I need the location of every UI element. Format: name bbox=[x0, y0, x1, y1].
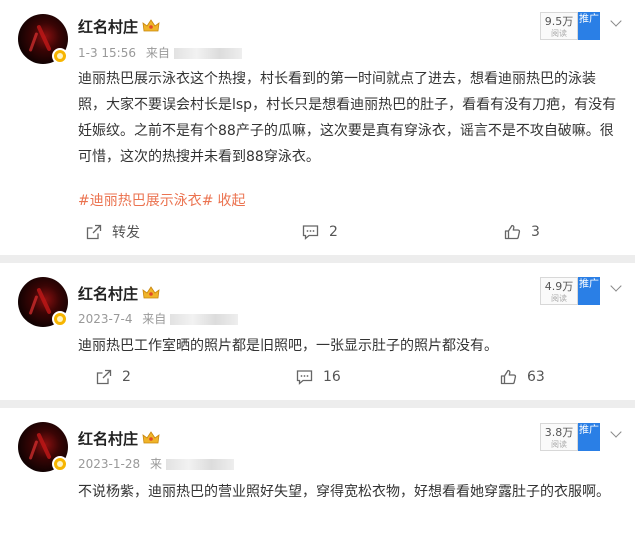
source-label: 来 bbox=[149, 457, 162, 471]
share-icon bbox=[96, 369, 112, 385]
verified-badge-icon bbox=[52, 456, 68, 472]
view-count-label: 阅读 bbox=[551, 29, 567, 38]
comment-button[interactable]: 2 bbox=[302, 218, 338, 246]
view-count: 4.9万 阅读 bbox=[540, 277, 578, 305]
repost-button[interactable]: 2 bbox=[96, 363, 131, 391]
share-icon bbox=[86, 224, 102, 240]
comment-icon bbox=[302, 225, 319, 240]
view-count: 3.8万 阅读 bbox=[540, 423, 578, 451]
like-button[interactable]: 63 bbox=[500, 363, 545, 391]
post-meta: 2023-1-28 来 bbox=[78, 455, 234, 472]
post-meta: 1-3 15:56 来自 bbox=[78, 44, 242, 61]
comment-button[interactable]: 16 bbox=[296, 363, 341, 391]
blurred-source bbox=[165, 459, 234, 470]
view-count-number: 4.9万 bbox=[544, 280, 574, 293]
chevron-down-icon[interactable] bbox=[610, 15, 622, 27]
weibo-post-3: 红名村庄 2023-1-28 来 3.8万 阅读 推广 不说杨紫，迪丽热巴的营业… bbox=[0, 408, 635, 553]
post-text: 迪丽热巴展示泳衣这个热搜，村长看到的第一时间就点了进去，想看迪丽热巴的泳装照，大… bbox=[78, 71, 617, 165]
view-count-label: 阅读 bbox=[551, 440, 567, 449]
crown-icon bbox=[142, 431, 160, 444]
promote-button[interactable]: 推广 bbox=[578, 423, 600, 451]
action-bar: 转发 2 3 bbox=[0, 218, 635, 246]
like-button[interactable]: 3 bbox=[504, 218, 540, 246]
crown-icon bbox=[142, 286, 160, 299]
username[interactable]: 红名村庄 bbox=[78, 428, 138, 449]
source-label: 来自 bbox=[145, 46, 170, 60]
repost-label: 转发 bbox=[112, 225, 140, 241]
action-bar: 2 16 63 bbox=[0, 363, 635, 391]
divider bbox=[0, 400, 635, 408]
divider bbox=[0, 255, 635, 263]
like-count: 3 bbox=[531, 224, 540, 240]
post-date[interactable]: 1-3 15:56 bbox=[78, 46, 136, 60]
verified-badge-icon bbox=[52, 311, 68, 327]
post-date[interactable]: 2023-1-28 bbox=[78, 457, 140, 471]
promote-button[interactable]: 推广 bbox=[578, 12, 600, 40]
username[interactable]: 红名村庄 bbox=[78, 16, 138, 37]
hashtag-link[interactable]: #迪丽热巴展示泳衣# bbox=[78, 193, 213, 209]
weibo-post-2: 红名村庄 2023-7-4 来自 4.9万 阅读 推广 迪丽热巴工作室晒的照片都… bbox=[0, 263, 635, 400]
blurred-source bbox=[173, 48, 242, 59]
post-date[interactable]: 2023-7-4 bbox=[78, 312, 132, 326]
view-count-number: 3.8万 bbox=[544, 426, 574, 439]
collapse-link[interactable]: 收起 bbox=[217, 193, 245, 209]
thumbs-up-icon bbox=[504, 224, 521, 240]
comment-count: 2 bbox=[329, 224, 338, 240]
thumbs-up-icon bbox=[500, 369, 517, 385]
post-text: 不说杨紫，迪丽热巴的营业照好失望，穿得宽松衣物，好想看看她穿露肚子的衣服啊。 bbox=[78, 484, 610, 500]
comment-icon bbox=[296, 370, 313, 385]
repost-button[interactable]: 转发 bbox=[86, 218, 140, 246]
crown-icon bbox=[142, 19, 160, 32]
username[interactable]: 红名村庄 bbox=[78, 283, 138, 304]
weibo-post-1: 红名村庄 1-3 15:56 来自 9.5万 阅读 推广 迪丽热巴展示泳衣这个热… bbox=[0, 0, 635, 255]
like-count: 63 bbox=[527, 369, 545, 385]
chevron-down-icon[interactable] bbox=[610, 280, 622, 292]
post-meta: 2023-7-4 来自 bbox=[78, 310, 239, 327]
chevron-down-icon[interactable] bbox=[610, 426, 622, 438]
view-count-label: 阅读 bbox=[551, 294, 567, 303]
tag-line: #迪丽热巴展示泳衣# 收起 bbox=[78, 190, 245, 210]
source-label: 来自 bbox=[142, 312, 167, 326]
view-count: 9.5万 阅读 bbox=[540, 12, 578, 40]
post-text: 迪丽热巴工作室晒的照片都是旧照吧，一张显示肚子的照片都没有。 bbox=[78, 338, 498, 354]
promote-button[interactable]: 推广 bbox=[578, 277, 600, 305]
view-count-number: 9.5万 bbox=[544, 15, 574, 28]
verified-badge-icon bbox=[52, 48, 68, 64]
blurred-source bbox=[170, 314, 239, 325]
repost-count: 2 bbox=[122, 369, 131, 385]
comment-count: 16 bbox=[323, 369, 341, 385]
